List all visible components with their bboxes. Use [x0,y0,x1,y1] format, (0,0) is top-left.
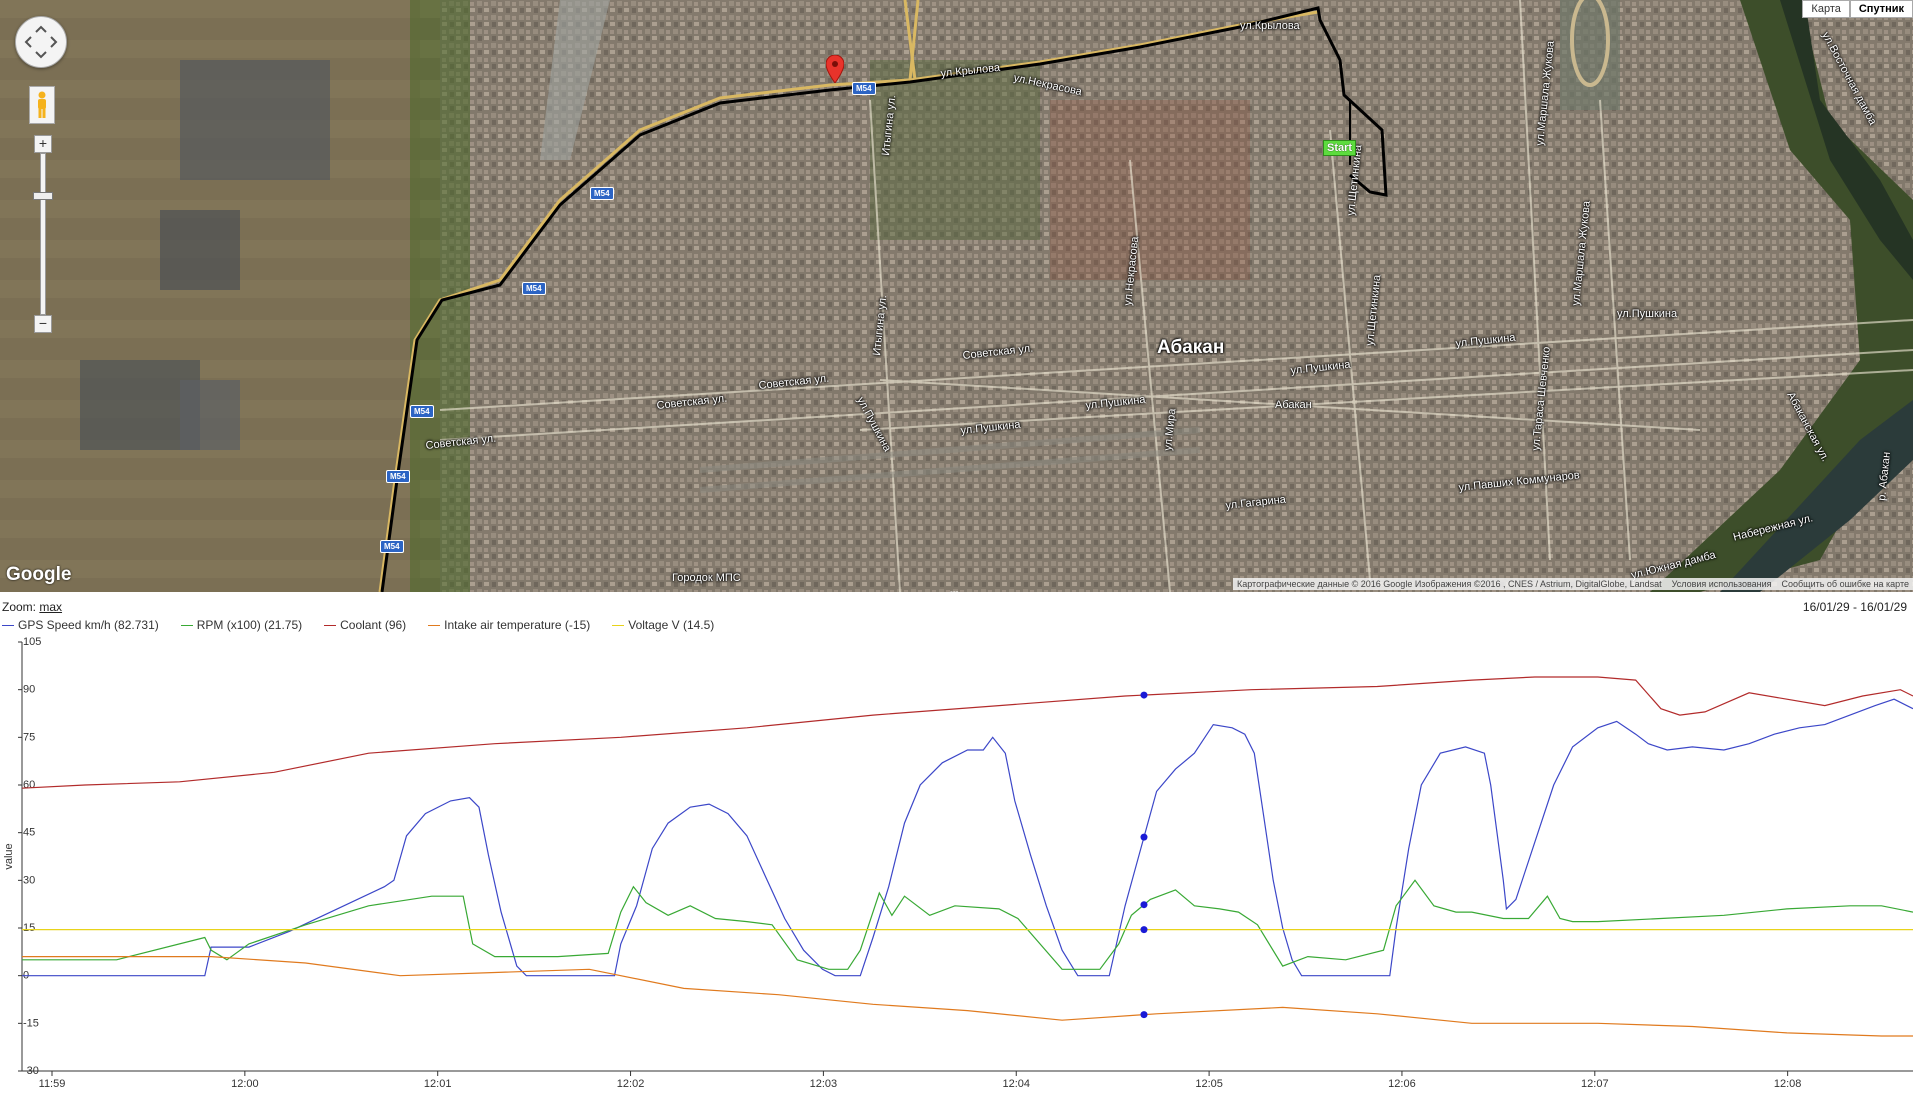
poi-label-gorodok-mps: Городок МПС [672,572,741,584]
google-logo: Google [6,564,72,585]
map-type-map-button[interactable]: Карта [1802,0,1850,18]
legend-swatch [612,624,625,626]
x-tick-label: 12:00 [231,1078,259,1090]
zoom-control: Zoom: max [2,600,62,614]
pan-control[interactable] [15,16,67,68]
station-label-abakan: Абакан [1275,399,1312,411]
y-tick-label: -15 [23,1017,39,1029]
cursor-marker-point [1140,901,1148,909]
terms-link[interactable]: Условия использования [1672,579,1772,589]
city-label-abakan: Абакан [1157,337,1225,358]
series-line [22,879,1913,970]
zoom-in-button[interactable]: + [34,135,52,153]
cursor-marker-point [1140,1011,1148,1019]
x-tick-label: 12:08 [1774,1078,1802,1090]
start-marker-label: Start [1327,142,1353,154]
cursor-marker-point [1140,691,1148,699]
highway-shield-m54: М54 [410,405,434,418]
satellite-map[interactable]: ул.Крылова ул.Крылова ул.Некрасова Итыги… [0,0,1913,592]
date-range: 16/01/29 - 16/01/29 [1802,600,1907,614]
x-tick-label: 12:01 [424,1078,452,1090]
x-tick-label: 12:06 [1388,1078,1416,1090]
highway-shield-m54: М54 [522,282,546,295]
highway-shield-m54: М54 [590,187,614,200]
legend-swatch [324,624,337,626]
legend-item[interactable]: RPM (x100) (21.75) [180,618,303,632]
legend-swatch [428,624,441,626]
legend-label: Coolant (96) [340,618,407,632]
y-tick-label: 15 [23,922,35,934]
legend-item[interactable]: Voltage V (14.5) [612,618,714,632]
zoom-max-link[interactable]: max [39,600,62,614]
street-label-krylova: ул.Крылова [1240,20,1300,32]
y-tick-label: 105 [23,636,41,648]
legend-label: RPM (x100) (21.75) [196,618,303,632]
report-error-link[interactable]: Сообщить об ошибке на карте [1782,579,1909,589]
y-tick-label: 30 [23,874,35,886]
telemetry-chart[interactable]: 1059075604530150-15-3011:59 12:00 12:01 12:… [0,634,1913,1106]
legend-swatch [180,624,193,626]
legend-label: Voltage V (14.5) [628,618,715,632]
zoom-label: Zoom: [2,600,37,614]
street-view-pegman[interactable] [29,86,55,124]
location-pin-icon[interactable] [826,55,844,83]
map-attribution: Картографические данные © 2016 Google Из… [1233,578,1913,590]
street-view-pegman-icon [38,91,46,118]
x-tick-label: 11:59 [39,1078,66,1090]
series-line [22,698,1913,977]
map-type-switcher: Карта Спутник [1802,0,1913,18]
map-type-satellite-button[interactable]: Спутник [1849,0,1913,18]
satellite-imagery [0,0,1913,592]
street-label-pushkina-6: ул.Пушкина [1617,308,1678,320]
x-tick-label: 12:03 [810,1078,838,1090]
cursor-marker-point [1140,926,1148,934]
pan-control-icon [24,25,58,59]
cursor-marker-point [1140,833,1148,841]
y-axis-label: value [3,843,15,869]
x-tick-label: 12:05 [1195,1078,1223,1090]
x-tick-label: 12:02 [617,1078,645,1090]
x-tick-label: 12:04 [1002,1078,1030,1090]
legend-label: Intake air temperature (-15) [444,618,591,632]
attribution-text: Картографические данные © 2016 Google Из… [1237,579,1662,589]
y-tick-label: -30 [23,1065,39,1077]
chart-legend: GPS Speed km/h (82.731) RPM (x100) (21.75… [2,618,714,632]
legend-swatch [2,624,14,626]
legend-item[interactable]: Coolant (96) [324,618,406,632]
start-marker[interactable]: Start [1323,140,1357,156]
y-tick-label: 90 [23,684,35,696]
zoom-out-button[interactable]: − [34,315,52,333]
y-tick-label: 60 [23,779,35,791]
legend-label: GPS Speed km/h (82.731) [18,618,159,632]
series-line [22,956,1913,1037]
legend-item[interactable]: GPS Speed km/h (82.731) [2,618,159,632]
zoom-slider-track[interactable] [40,153,46,315]
zoom-out-icon: − [38,315,48,331]
highway-shield-m54: М54 [386,470,410,483]
x-tick-label: 12:07 [1581,1078,1609,1090]
legend-item[interactable]: Intake air temperature (-15) [428,618,590,632]
zoom-in-icon: + [38,135,48,151]
highway-shield-m54: М54 [380,540,404,553]
y-tick-label: 45 [23,827,35,839]
highway-shield-m54: М54 [852,82,876,95]
y-tick-label: 75 [23,731,35,743]
chart-panel: Zoom: max 16/01/29 - 16/01/29 GPS Speed … [0,592,1913,1106]
zoom-slider-thumb[interactable] [33,192,53,200]
series-line [21,676,1913,789]
